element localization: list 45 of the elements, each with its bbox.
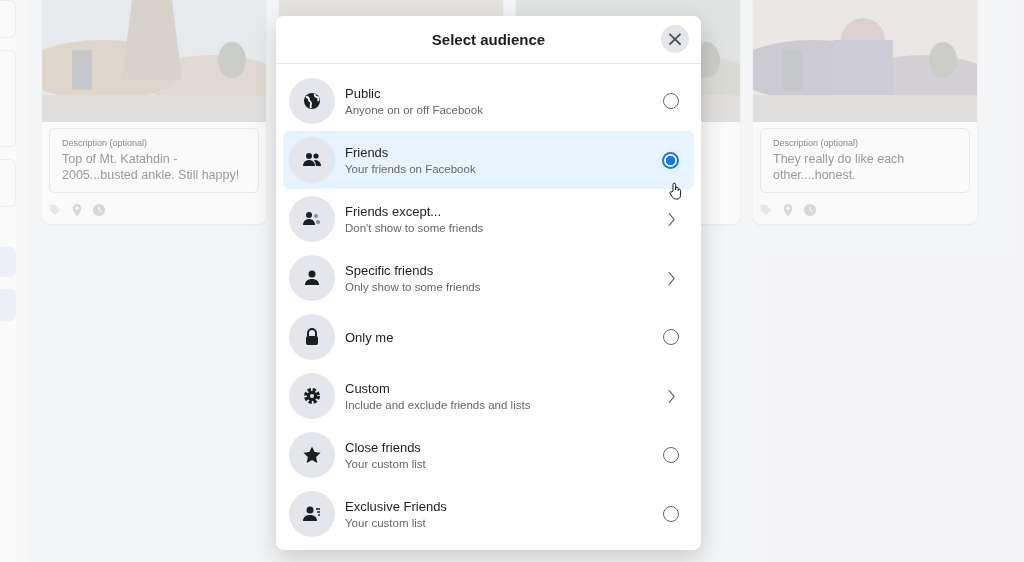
person-icon — [302, 268, 322, 288]
option-label: Friends — [345, 145, 390, 160]
option-description: Only show to some friends — [345, 281, 482, 293]
field-value: They really do like each other....honest. — [773, 151, 906, 183]
option-description: Don't show to some friends — [345, 222, 485, 234]
clock-icon[interactable] — [92, 203, 106, 217]
option-description: Include and exclude friends and lists — [345, 399, 532, 411]
audience-option[interactable]: Specific friends Only show to some friends — [283, 249, 694, 307]
description-field[interactable]: Description (optional) Top of Mt. Katahdin - 2005...busted ankle. Still happy! — [49, 128, 259, 193]
person-list-icon — [302, 504, 322, 524]
option-label: Close friends — [345, 440, 422, 455]
location-pin-icon[interactable] — [70, 203, 84, 217]
option-label: Exclusive Friends — [345, 499, 448, 514]
option-label: Only me — [345, 329, 395, 345]
option-label: Public — [345, 86, 382, 101]
settings-icon — [302, 386, 322, 406]
hand-cursor-icon — [669, 182, 683, 200]
field-label: Description (optional) — [62, 138, 149, 148]
option-description: Anyone on or off Facebook — [345, 104, 484, 116]
location-pin-icon[interactable] — [781, 203, 795, 217]
radio-button[interactable] — [662, 151, 679, 169]
audience-option[interactable]: Friends except... Don't show to some friends — [283, 190, 694, 248]
close-button[interactable]: × — [661, 25, 689, 53]
dialog-title: Select audience — [431, 31, 546, 48]
audience-option[interactable]: Friends Your friends on Facebook — [283, 131, 694, 189]
globe-icon — [302, 91, 322, 111]
field-label: Description (optional) — [773, 138, 860, 148]
chevron-right-icon — [667, 388, 676, 404]
option-description: Your custom list — [345, 458, 427, 470]
audience-option[interactable]: Custom Include and exclude friends and lists — [283, 367, 694, 425]
audience-option[interactable]: Public Anyone on or off Facebook — [283, 72, 694, 130]
star-icon — [302, 445, 322, 465]
audience-option[interactable]: Only me — [283, 308, 694, 366]
clock-icon[interactable] — [803, 203, 817, 217]
option-label: Custom — [345, 381, 391, 396]
audience-option[interactable]: Exclusive Friends Your custom list — [283, 485, 694, 543]
option-label: Specific friends — [345, 263, 435, 278]
option-description: Your friends on Facebook — [345, 163, 477, 175]
option-label: Friends except... — [345, 204, 443, 219]
audience-option[interactable]: Close friends Your custom list — [283, 426, 694, 484]
field-value: Top of Mt. Katahdin - 2005...busted ankle. Still happy! — [62, 151, 241, 183]
option-description: Your custom list — [345, 517, 427, 529]
chevron-right-icon — [667, 270, 676, 286]
description-field[interactable]: Description (optional) They really do like each other....honest. — [760, 128, 970, 193]
chevron-right-icon — [667, 211, 676, 227]
